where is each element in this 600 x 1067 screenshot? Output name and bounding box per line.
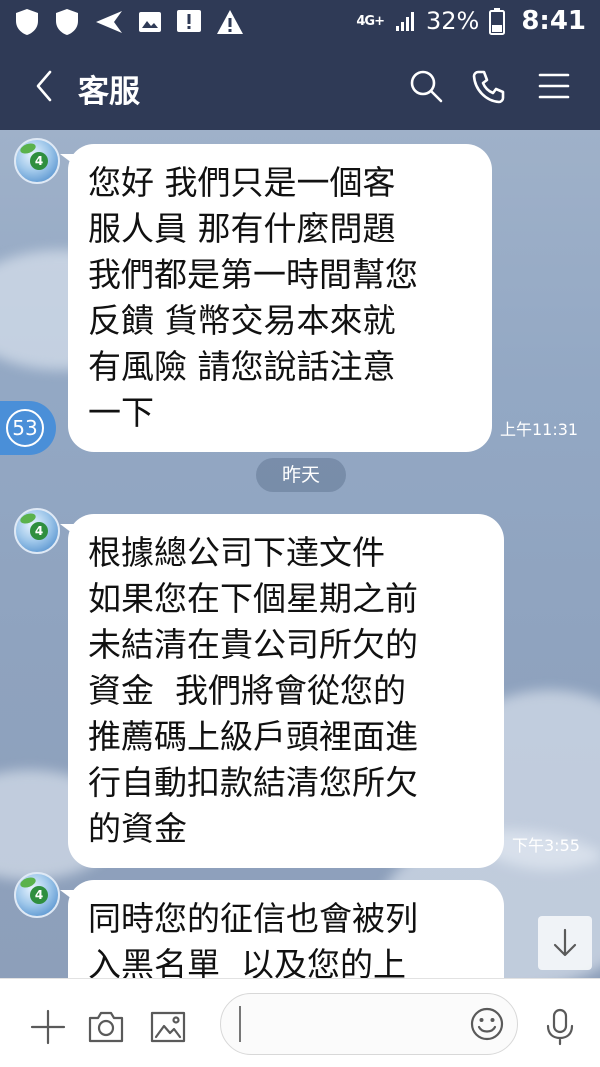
send-icon — [94, 9, 124, 35]
unread-count: 53 — [6, 409, 44, 447]
phone-icon — [466, 70, 510, 112]
message-input[interactable] — [239, 1006, 459, 1042]
camera-button[interactable] — [86, 1007, 126, 1047]
avatar-badge: 4 — [30, 886, 48, 904]
back-chevron-icon — [26, 70, 66, 112]
sender-avatar[interactable]: 4 — [14, 508, 60, 554]
image-icon — [138, 10, 162, 34]
date-separator: 昨天 — [256, 458, 346, 492]
shield-icon — [54, 8, 80, 36]
chat-area[interactable]: 4 您好 我們只是一個客 服人員 那有什麼問題 我們都是第一時間幫您 反饋 貨幣… — [0, 130, 600, 978]
add-button[interactable] — [28, 1007, 68, 1047]
system-status: 4G+ 32% 8:41 — [356, 0, 586, 42]
gallery-button[interactable] — [148, 1007, 188, 1047]
avatar-badge: 4 — [30, 152, 48, 170]
avatar-badge: 4 — [30, 522, 48, 540]
search-button[interactable] — [404, 64, 448, 108]
shield-icon — [14, 8, 40, 36]
battery-icon — [489, 7, 506, 35]
menu-icon — [532, 73, 576, 112]
clock: 8:41 — [521, 6, 586, 36]
sender-avatar[interactable]: 4 — [14, 872, 60, 918]
network-type: 4G+ — [356, 13, 385, 29]
image-icon — [148, 1011, 188, 1051]
sender-avatar[interactable]: 4 — [14, 138, 60, 184]
signal-icon — [394, 10, 416, 32]
emoji-icon — [469, 1007, 505, 1046]
call-button[interactable] — [466, 64, 510, 108]
unread-badge[interactable]: 53 — [0, 401, 56, 455]
status-bar: 4G+ 32% 8:41 — [0, 0, 600, 42]
alert-box-icon — [176, 9, 202, 35]
back-button[interactable] — [26, 64, 66, 108]
chat-header: 客服 — [0, 42, 600, 130]
menu-button[interactable] — [532, 64, 576, 108]
battery-percent: 32% — [425, 7, 480, 35]
message-time: 下午3:55 — [512, 836, 580, 855]
chat-title: 客服 — [78, 74, 140, 110]
arrow-down-icon — [538, 928, 592, 974]
voice-button[interactable] — [540, 1007, 580, 1047]
message-time: 上午11:31 — [500, 420, 579, 439]
search-icon — [404, 70, 448, 112]
warning-icon — [216, 9, 244, 35]
plus-icon — [28, 1009, 68, 1051]
message-bubble[interactable]: 您好 我們只是一個客 服人員 那有什麼問題 我們都是第一時間幫您 反饋 貨幣交易… — [60, 144, 492, 452]
message-field[interactable] — [220, 993, 518, 1055]
camera-icon — [86, 1011, 126, 1051]
microphone-icon — [540, 1008, 580, 1051]
notification-icons — [14, 8, 244, 36]
emoji-button[interactable] — [469, 1006, 505, 1042]
message-bubble[interactable]: 同時您的征信也會被列 入黑名單 以及您的上 — [60, 880, 504, 978]
input-bar — [0, 978, 600, 1067]
scroll-down-button[interactable] — [538, 916, 592, 970]
message-bubble[interactable]: 根據總公司下達文件 如果您在下個星期之前 未結清在貴公司所欠的 資金 我們將會從… — [60, 514, 504, 868]
